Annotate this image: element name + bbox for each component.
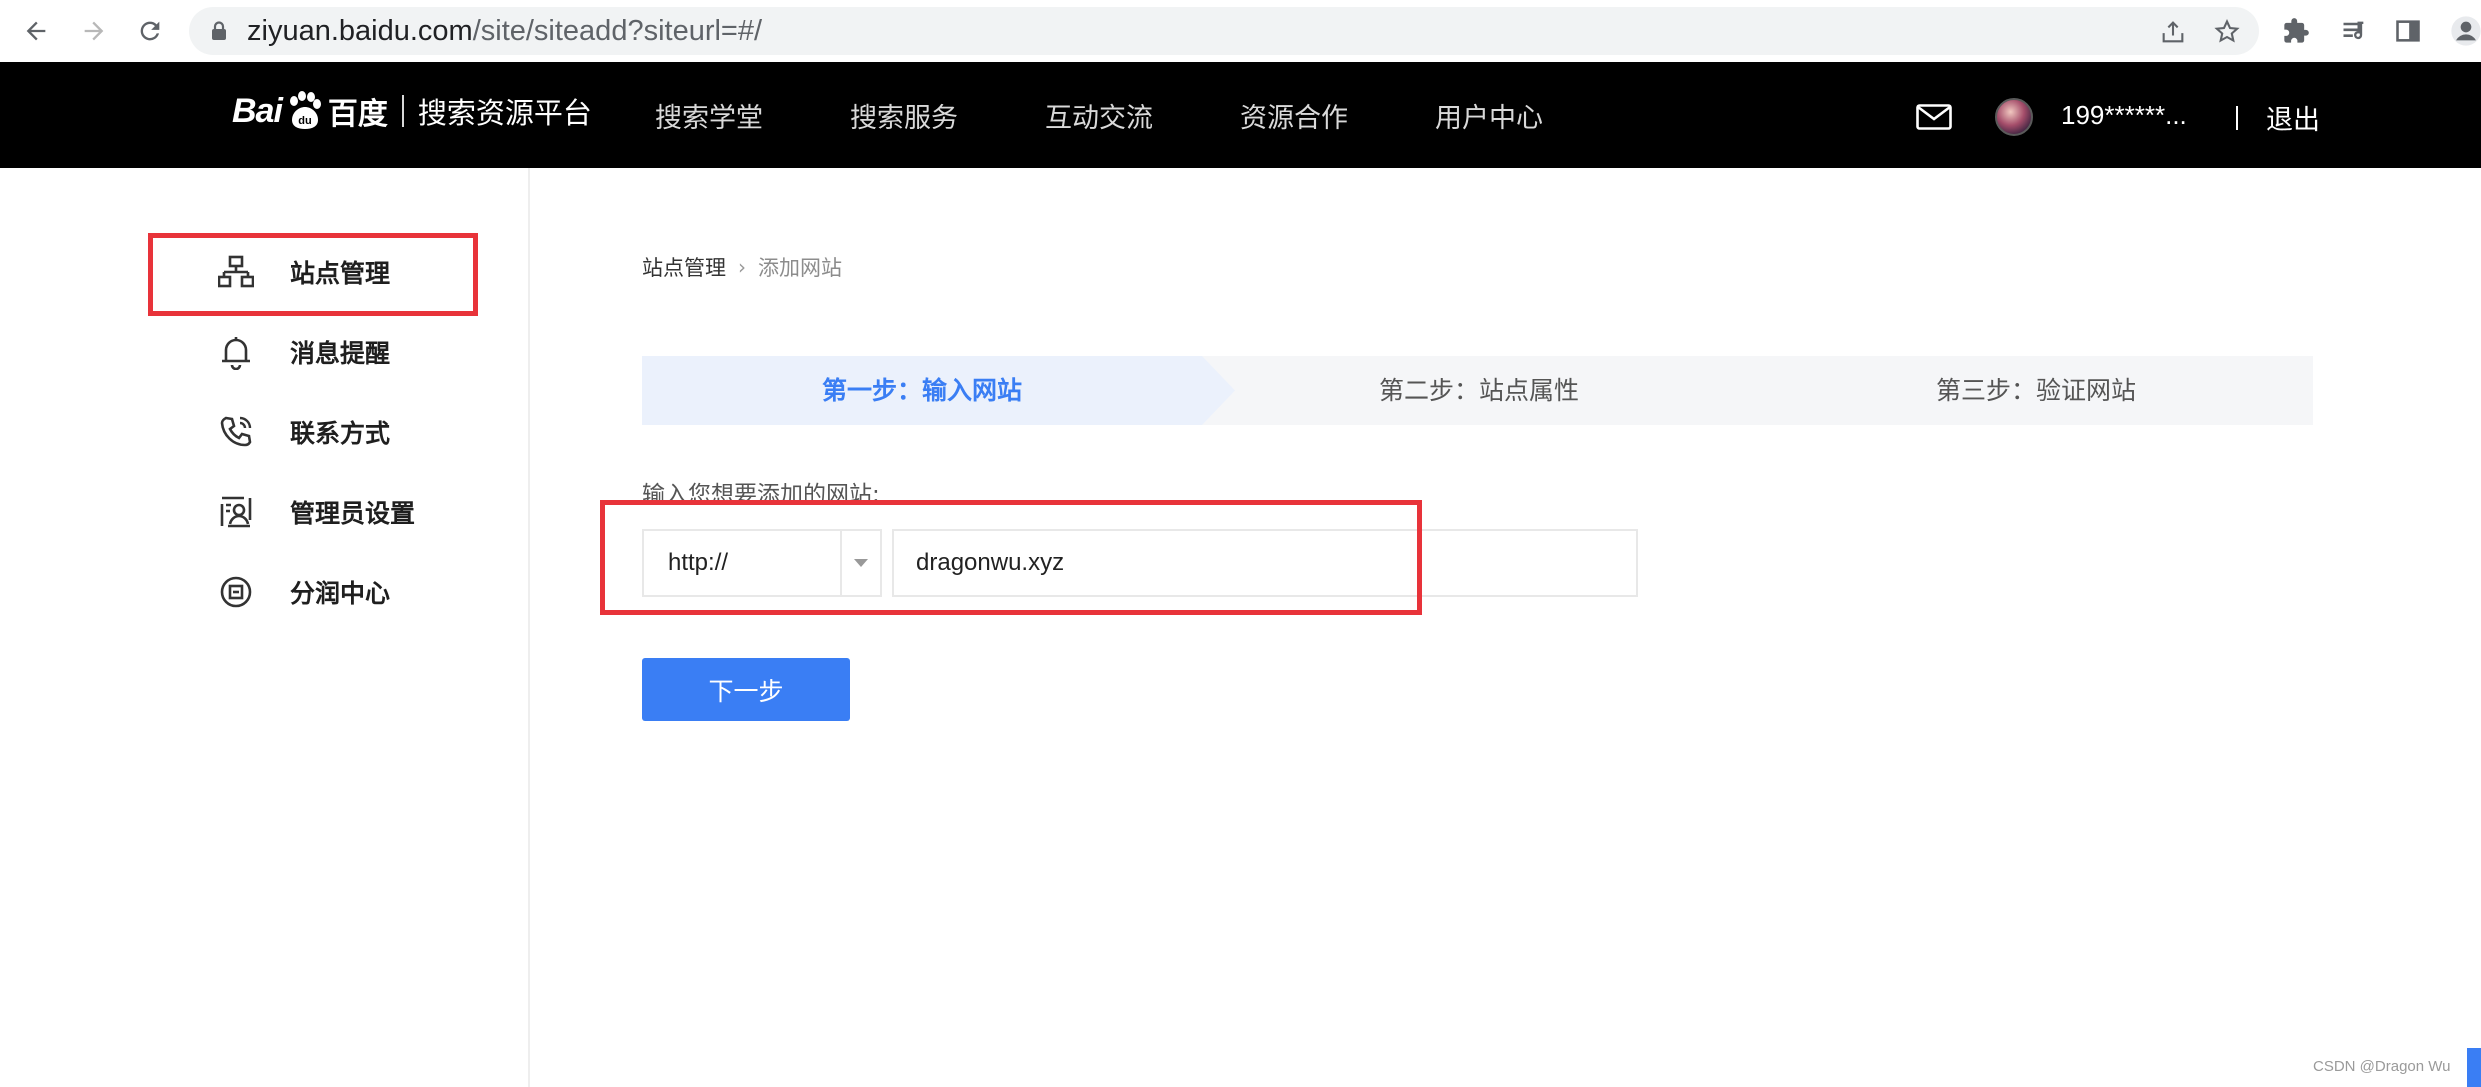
breadcrumb-current: 添加网站 [758, 256, 842, 280]
sidebar-item-notifications[interactable]: 消息提醒 [216, 328, 390, 376]
sidebar-item-label: 联系方式 [290, 419, 391, 448]
site-header: Bai du 百度 搜索资源平台 搜索学堂 搜索服务 互动交流 资源合作 用户中… [0, 62, 2481, 168]
nav-item-user-center[interactable]: 用户中心 [1435, 96, 1543, 135]
paw-icon: du [289, 91, 321, 129]
site-input-label: 输入您想要添加的网站: [642, 482, 880, 508]
mail-icon[interactable] [1916, 104, 1952, 134]
sidebar-item-label: 管理员设置 [290, 499, 416, 528]
annotation-box-sidebar [148, 233, 478, 316]
platform-title: 搜索资源平台 [417, 96, 592, 130]
url-text: ziyuan.baidu.com/site/siteadd?siteurl=#/ [247, 15, 763, 47]
address-bar[interactable]: ziyuan.baidu.com/site/siteadd?siteurl=#/ [189, 7, 2259, 55]
next-step-button[interactable]: 下一步 [642, 658, 850, 721]
step-2: 第二步：站点属性 [1379, 376, 1580, 405]
revenue-icon [216, 572, 256, 612]
reload-icon[interactable] [128, 9, 172, 53]
logo-bai-text: Bai [232, 91, 283, 130]
baidu-logo[interactable]: Bai du 百度 搜索资源平台 [232, 82, 592, 140]
sidepanel-icon[interactable] [2390, 13, 2426, 49]
browser-toolbar: ziyuan.baidu.com/site/siteadd?siteurl=#/ [0, 0, 2481, 62]
header-divider [2236, 106, 2238, 130]
logo-du-text: du [298, 115, 311, 127]
nav-item-search-services[interactable]: 搜索服务 [850, 96, 958, 135]
lock-icon [211, 21, 227, 45]
avatar[interactable] [1995, 98, 2033, 136]
step-1: 第一步：输入网站 [822, 376, 1023, 405]
forward-icon[interactable] [72, 9, 116, 53]
extensions-icon[interactable] [2278, 13, 2314, 49]
admin-icon [216, 492, 256, 532]
protocol-select[interactable]: http:// [642, 529, 882, 597]
site-url-input[interactable] [892, 529, 1638, 597]
top-nav: 搜索学堂 搜索服务 互动交流 资源合作 用户中心 [655, 62, 1630, 168]
logo-cn-text: 百度 [327, 97, 388, 132]
scroll-corner-bar [2467, 1048, 2481, 1087]
share-icon[interactable] [2157, 16, 2189, 48]
star-icon[interactable] [2211, 16, 2243, 48]
sidebar-item-admin-settings[interactable]: 管理员设置 [216, 488, 415, 536]
protocol-value: http:// [668, 549, 729, 576]
sidebar-item-contact[interactable]: 联系方式 [216, 408, 390, 456]
phone-icon [216, 412, 256, 452]
nav-item-community[interactable]: 互动交流 [1045, 96, 1153, 135]
logout-link[interactable]: 退出 [2266, 98, 2320, 137]
watermark: CSDN @Dragon Wu [2313, 1058, 2451, 1075]
step-3: 第三步：验证网站 [1936, 376, 2137, 405]
username[interactable]: 199******... [2061, 100, 2187, 131]
nav-item-resource-cooperation[interactable]: 资源合作 [1240, 96, 1348, 135]
nav-item-search-academy[interactable]: 搜索学堂 [655, 96, 763, 135]
sidebar-item-label: 分润中心 [290, 579, 391, 608]
back-icon[interactable] [14, 9, 58, 53]
media-icon[interactable] [2336, 13, 2372, 49]
caret-down-icon[interactable] [840, 531, 880, 595]
chevron-right-icon: › [738, 255, 746, 279]
breadcrumb-site-management[interactable]: 站点管理 [642, 252, 726, 282]
profile-icon[interactable] [2448, 13, 2481, 49]
sidebar-item-revenue-center[interactable]: 分润中心 [216, 568, 390, 616]
sidebar-item-label: 消息提醒 [290, 339, 391, 368]
bell-icon [216, 332, 256, 372]
breadcrumb: 站点管理 › 添加网站 [642, 252, 842, 282]
step-indicator: 第一步：输入网站 第二步：站点属性 第三步：验证网站 [642, 356, 2313, 425]
logo-separator [401, 95, 404, 127]
